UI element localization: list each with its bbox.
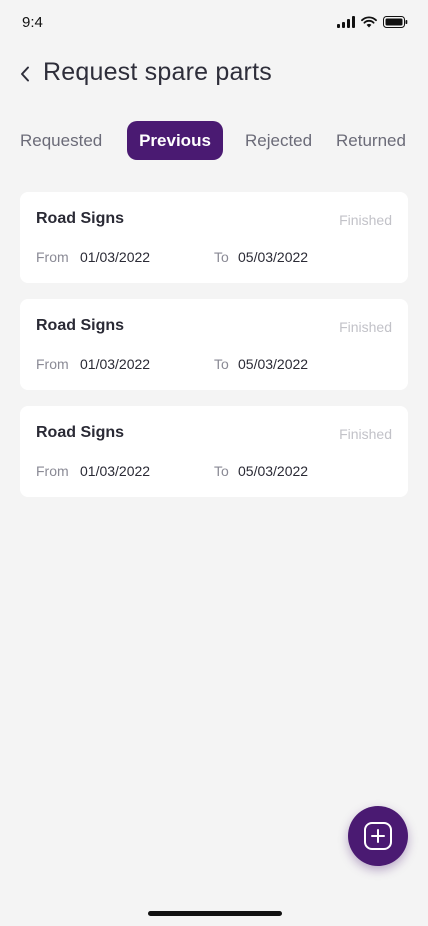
card-title: Road Signs: [36, 317, 125, 334]
from-date: 01/03/2022: [80, 249, 151, 265]
tab-previous[interactable]: Previous: [127, 121, 223, 160]
status-time: 9:4: [22, 14, 43, 31]
tab-requested[interactable]: Requested: [20, 121, 102, 160]
to-date: 05/03/2022: [238, 249, 309, 265]
from-label: From: [36, 356, 69, 372]
from-label: From: [36, 249, 69, 265]
tab-bar: Requested Previous Rejected Returned: [0, 121, 428, 160]
from-label: From: [36, 463, 69, 479]
tab-returned[interactable]: Returned: [336, 121, 406, 160]
screen: 9:4 Request spare parts Requested Previo…: [0, 0, 428, 926]
cellular-signal-icon: [337, 16, 355, 28]
request-card[interactable]: Road Signs Finished From 01/03/2022 To 0…: [20, 192, 408, 283]
chevron-left-icon: [21, 66, 29, 82]
to-date: 05/03/2022: [238, 463, 309, 479]
status-bar: 9:4: [0, 0, 428, 44]
card-title: Road Signs: [36, 424, 125, 441]
add-square-icon: [364, 822, 392, 850]
back-button[interactable]: [14, 60, 36, 88]
status-label: Finished: [339, 319, 392, 335]
request-card[interactable]: Road Signs Finished From 01/03/2022 To 0…: [20, 299, 408, 390]
card-title: Road Signs: [36, 210, 125, 227]
to-label: To: [214, 249, 229, 265]
status-label: Finished: [339, 426, 392, 442]
request-card[interactable]: Road Signs Finished From 01/03/2022 To 0…: [20, 406, 408, 497]
status-icons: [337, 16, 408, 28]
to-label: To: [214, 356, 229, 372]
status-label: Finished: [339, 212, 392, 228]
add-request-button[interactable]: [348, 806, 408, 866]
home-indicator[interactable]: [148, 911, 282, 916]
page-title: Request spare parts: [43, 58, 272, 86]
battery-icon: [383, 16, 408, 28]
from-date: 01/03/2022: [80, 356, 151, 372]
tab-rejected[interactable]: Rejected: [245, 121, 312, 160]
from-date: 01/03/2022: [80, 463, 151, 479]
wifi-icon: [361, 16, 377, 28]
to-date: 05/03/2022: [238, 356, 309, 372]
header: Request spare parts: [0, 56, 428, 92]
to-label: To: [214, 463, 229, 479]
